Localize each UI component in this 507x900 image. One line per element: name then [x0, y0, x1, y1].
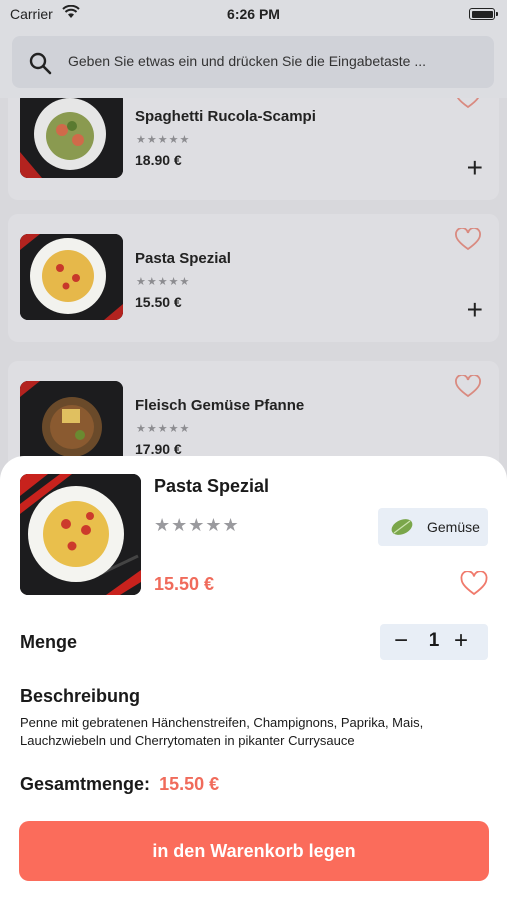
- rating-stars: ★★★★★: [136, 423, 191, 435]
- vegetable-icon: [391, 519, 413, 535]
- quantity-stepper[interactable]: − 1 +: [380, 624, 488, 660]
- search-input[interactable]: Geben Sie etwas ein und drücken Sie die …: [12, 36, 494, 88]
- total-row: Gesamtmenge: 15.50 €: [20, 774, 219, 795]
- rating-stars[interactable]: ★★★★★: [154, 515, 240, 536]
- quantity-label: Menge: [20, 632, 78, 652]
- dish-price: 15.50 €: [135, 294, 182, 310]
- status-bar: Carrier 6:26 PM: [0, 0, 507, 30]
- favorite-icon[interactable]: [455, 374, 481, 404]
- add-button[interactable]: +: [467, 154, 483, 182]
- list-item[interactable]: Pasta Spezial ★★★★★ 15.50 € +: [8, 214, 499, 342]
- category-label: Gemüse: [427, 519, 480, 535]
- category-chip: Gemüse: [378, 508, 488, 546]
- favorite-icon[interactable]: [455, 98, 481, 115]
- favorite-icon[interactable]: [455, 227, 481, 257]
- increment-button[interactable]: +: [454, 626, 468, 656]
- battery-icon: [469, 8, 498, 20]
- dish-price: 15.50 €: [154, 574, 215, 594]
- favorite-icon[interactable]: [460, 570, 488, 602]
- add-to-cart-button[interactable]: in den Warenkorb legen: [19, 821, 489, 881]
- search-header: Geben Sie etwas ein und drücken Sie die …: [0, 30, 507, 98]
- rating-stars: ★★★★★: [136, 134, 191, 146]
- decrement-button[interactable]: −: [394, 627, 408, 655]
- dish-name: Pasta Spezial: [135, 250, 231, 267]
- product-detail-sheet: Pasta Spezial ★★★★★ Gemüse 15.50 € Menge…: [0, 456, 507, 900]
- dish-price: 18.90 €: [135, 152, 182, 168]
- dish-title: Pasta Spezial: [154, 476, 270, 496]
- search-icon: [29, 52, 52, 75]
- total-amount: 15.50 €: [159, 774, 220, 794]
- dish-name: Spaghetti Rucola-Scampi: [135, 108, 316, 125]
- dish-image: [20, 381, 123, 467]
- dish-name: Fleisch Gemüse Pfanne: [135, 397, 305, 414]
- quantity-value: 1: [428, 630, 440, 651]
- dish-image: [20, 98, 123, 178]
- clock: 6:26 PM: [227, 6, 280, 22]
- dish-image: [20, 234, 123, 320]
- description-label: Beschreibung: [20, 686, 141, 706]
- dish-image: [20, 474, 141, 595]
- description-text: Penne mit gebratenen Hänchenstreifen, Ch…: [20, 715, 424, 748]
- total-label: Gesamtmenge:: [20, 774, 151, 794]
- dish-price: 17.90 €: [135, 441, 182, 457]
- search-placeholder: Geben Sie etwas ein und drücken Sie die …: [68, 53, 427, 69]
- list-item[interactable]: Spaghetti Rucola-Scampi ★★★★★ 18.90 € +: [8, 98, 499, 200]
- rating-stars: ★★★★★: [136, 276, 191, 288]
- add-button[interactable]: +: [467, 296, 483, 324]
